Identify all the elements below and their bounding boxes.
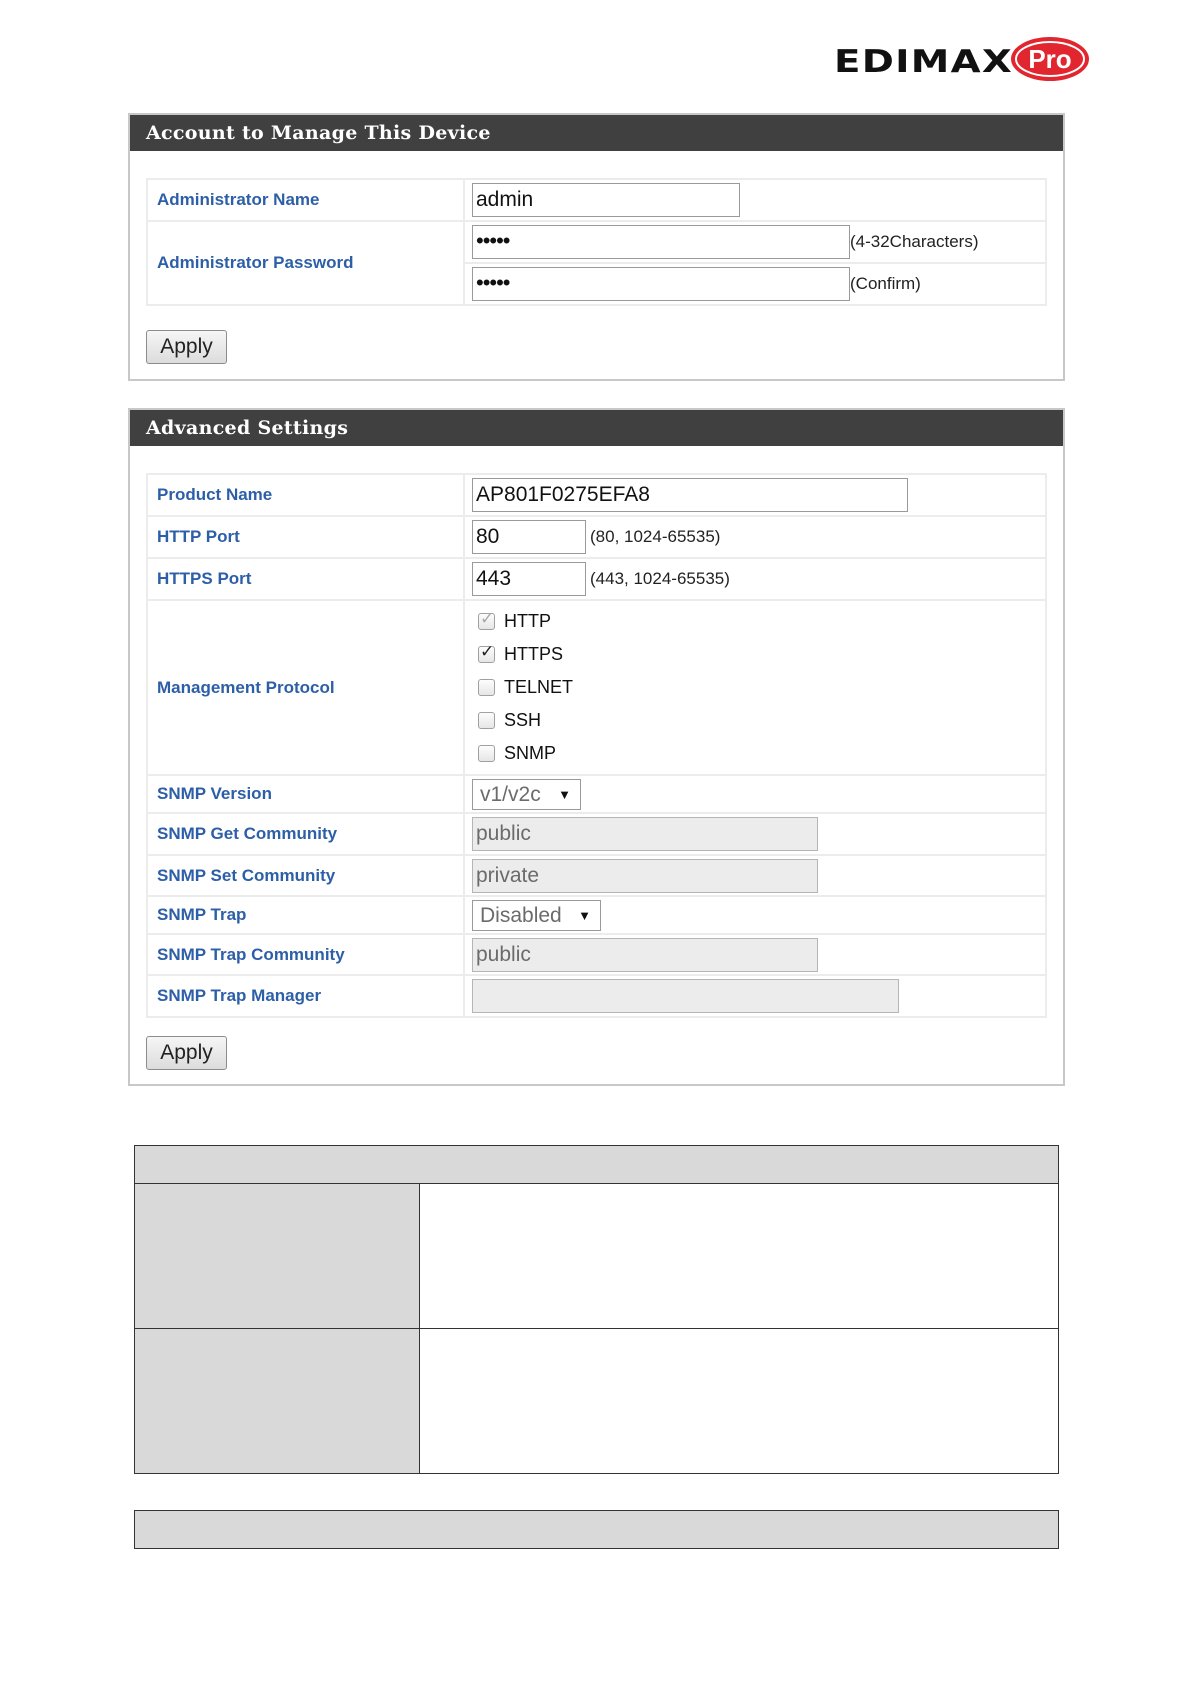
admin-name-cell: admin (463, 178, 1047, 222)
account-apply-button[interactable]: Apply (146, 330, 227, 364)
password-hint: (4-32Characters) (850, 232, 979, 251)
confirm-hint: (Confirm) (850, 274, 921, 293)
description-table-header (134, 1145, 1059, 1184)
advanced-settings-panel: Advanced Settings Product Name AP801F027… (128, 408, 1065, 1086)
snmp-trap-manager-label: SNMP Trap Manager (146, 974, 465, 1018)
edimax-pro-logo: EDIMAX Pro (834, 34, 1094, 90)
account-form-table: Administrator Name admin Administrator P… (146, 178, 1047, 306)
product-name-input[interactable]: AP801F0275EFA8 (472, 478, 908, 512)
snmp-trap-community-input[interactable]: public (472, 937, 818, 972)
protocol-snmp-label: SNMP (504, 743, 557, 763)
protocol-telnet-row: TELNET (472, 671, 1044, 704)
http-port-label: HTTP Port (146, 515, 465, 559)
admin-name-input[interactable]: admin (472, 183, 740, 217)
protocol-https-checkbox[interactable]: ✓ (478, 642, 495, 663)
description-row-2-text (419, 1328, 1059, 1474)
admin-password-cell: ••••• (4-32Characters) (463, 220, 1047, 264)
snmp-trap-community-label: SNMP Trap Community (146, 933, 465, 976)
management-protocol-cell: ✓ HTTP ✓ HTTPS TELNET SSH SNMP (463, 599, 1047, 776)
protocol-snmp-checkbox[interactable] (478, 745, 495, 762)
management-protocol-label: Management Protocol (146, 599, 465, 776)
description-table (134, 1145, 1059, 1474)
description-row-1-term (134, 1183, 420, 1329)
https-port-hint: (443, 1024-65535) (590, 569, 730, 588)
account-panel: Account to Manage This Device Administra… (128, 113, 1065, 381)
confirm-mask: ••••• (476, 270, 511, 295)
snmp-version-select[interactable]: v1/v2c ▼ (472, 778, 581, 810)
snmp-trap-label: SNMP Trap (146, 895, 465, 935)
dropdown-arrow-icon: ▼ (558, 786, 571, 802)
snmp-trap-value: Disabled (480, 903, 562, 927)
snmp-get-community-input[interactable]: public (472, 817, 818, 851)
snmp-trap-manager-input[interactable] (472, 979, 899, 1013)
http-port-hint: (80, 1024-65535) (590, 527, 721, 546)
protocol-ssh-label: SSH (504, 710, 542, 730)
next-section-header (134, 1510, 1059, 1549)
account-panel-title: Account to Manage This Device (130, 115, 1063, 151)
advanced-panel-title: Advanced Settings (130, 410, 1063, 446)
admin-password-label: Administrator Password (146, 220, 465, 306)
snmp-trap-select[interactable]: Disabled ▼ (472, 899, 601, 931)
protocol-https-row: ✓ HTTPS (472, 638, 1044, 671)
protocol-http-label: HTTP (504, 611, 551, 631)
password-mask: ••••• (476, 228, 511, 253)
logo-brand: EDIMAX (834, 44, 1013, 80)
dropdown-arrow-icon: ▼ (578, 907, 591, 923)
product-name-label: Product Name (146, 473, 465, 517)
description-row-2-term (134, 1328, 420, 1474)
https-port-input[interactable]: 443 (472, 562, 586, 596)
https-port-label: HTTPS Port (146, 557, 465, 601)
snmp-version-value: v1/v2c (480, 782, 541, 806)
admin-password-input[interactable]: ••••• (472, 225, 850, 259)
next-section-table (134, 1510, 1059, 1549)
protocol-ssh-checkbox[interactable] (478, 712, 495, 729)
protocol-telnet-label: TELNET (504, 677, 574, 697)
logo-suffix: Pro (1028, 44, 1071, 74)
admin-name-label: Administrator Name (146, 178, 465, 222)
advanced-form-table: Product Name AP801F0275EFA8 HTTP Port 80… (146, 473, 1047, 1018)
protocol-https-label: HTTPS (504, 644, 564, 664)
protocol-http-checkbox[interactable]: ✓ (478, 609, 495, 630)
description-row-1-text (419, 1183, 1059, 1329)
snmp-version-label: SNMP Version (146, 774, 465, 814)
snmp-set-community-label: SNMP Set Community (146, 854, 465, 897)
protocol-ssh-row: SSH (472, 704, 1044, 737)
checkmark-icon: ✓ (480, 642, 495, 661)
snmp-get-community-label: SNMP Get Community (146, 812, 465, 856)
admin-confirm-input[interactable]: ••••• (472, 267, 850, 301)
checkmark-icon: ✓ (480, 609, 495, 628)
admin-confirm-cell: ••••• (Confirm) (463, 262, 1047, 306)
protocol-snmp-row: SNMP (472, 737, 1044, 770)
protocol-telnet-checkbox[interactable] (478, 679, 495, 696)
logo-pro-badge: Pro (1011, 37, 1089, 81)
http-port-input[interactable]: 80 (472, 520, 586, 554)
advanced-apply-button[interactable]: Apply (146, 1036, 227, 1070)
protocol-http-row: ✓ HTTP (472, 605, 1044, 638)
snmp-set-community-input[interactable]: private (472, 858, 818, 893)
